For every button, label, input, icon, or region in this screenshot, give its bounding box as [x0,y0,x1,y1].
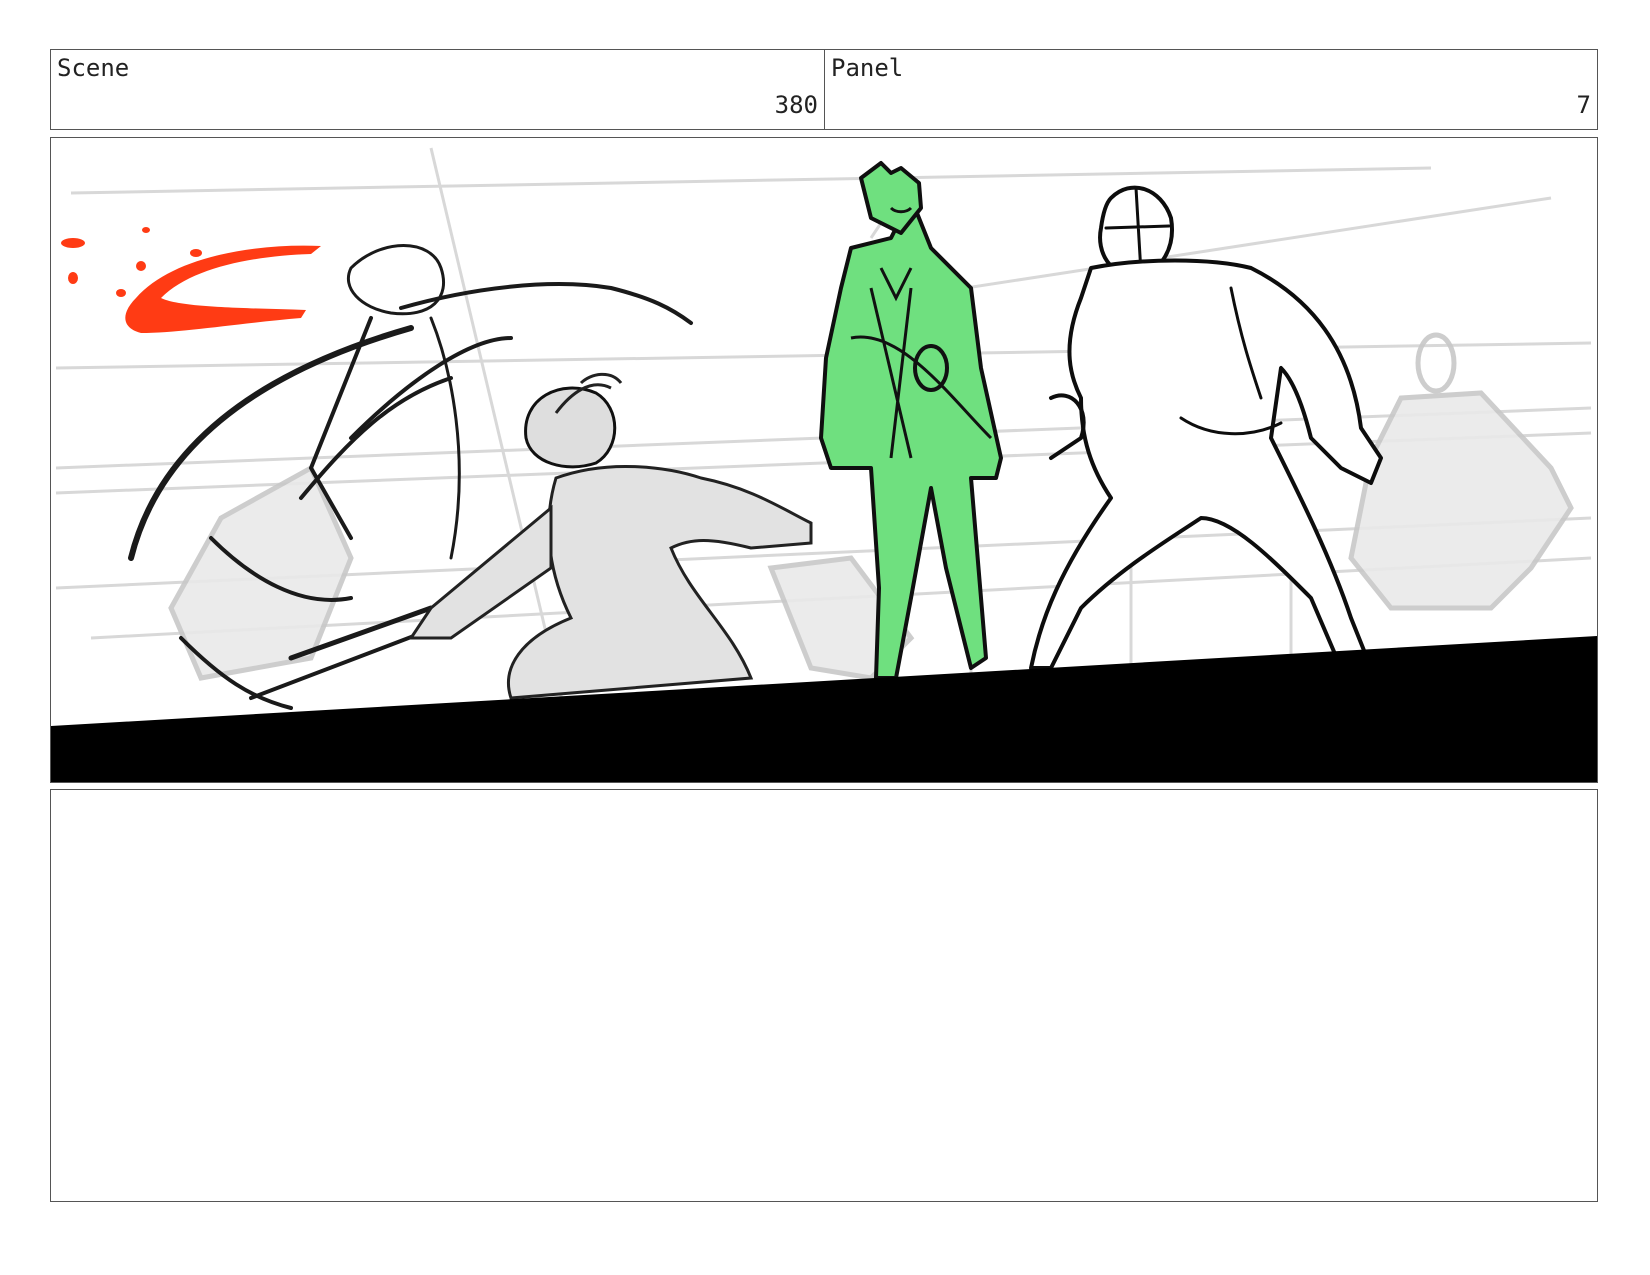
storyboard-frame [50,137,1598,783]
sketch-illustration [51,147,1597,782]
scene-label: Scene [57,54,130,82]
bruiser-figure [1029,185,1383,670]
panel-cell: Panel 7 [825,50,1597,129]
panel-label: Panel [831,54,904,82]
panel-number: 7 [1576,91,1591,119]
scene-number: 380 [774,91,818,119]
blood-splatter [61,227,322,333]
crouching-figure [408,372,813,700]
storyboard-header: Scene 380 Panel 7 [50,49,1598,130]
scene-cell: Scene 380 [51,50,825,129]
notes-area[interactable] [50,789,1598,1202]
